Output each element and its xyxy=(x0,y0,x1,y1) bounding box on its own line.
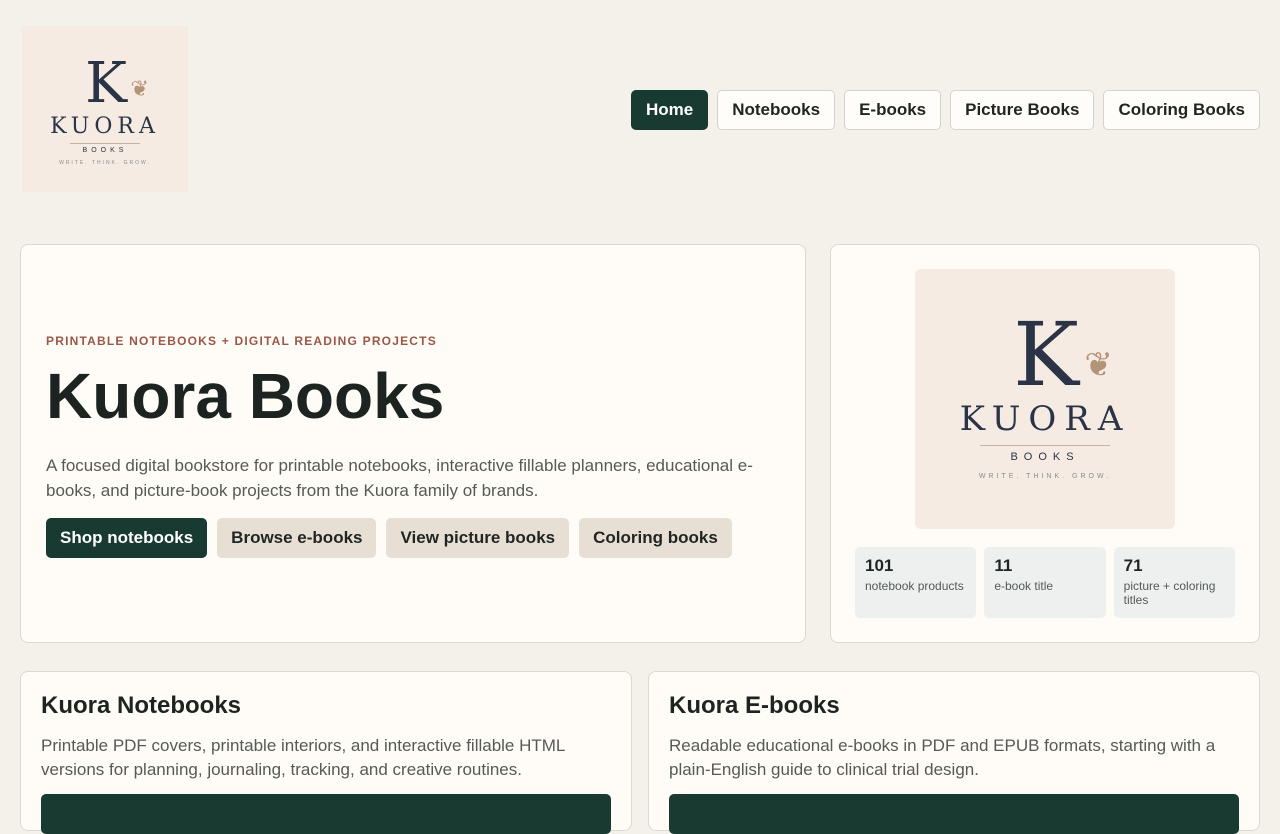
nav-picture-books[interactable]: Picture Books xyxy=(950,90,1095,130)
stat-number: 11 xyxy=(994,556,1013,575)
ebooks-brand-card: Kuora E-books Readable educational e-boo… xyxy=(648,671,1260,834)
stat-number: 71 xyxy=(1123,556,1143,575)
logo-monogram: K ❦ xyxy=(85,56,149,112)
brand-title: Kuora Notebooks xyxy=(41,692,242,719)
stat-number: 101 xyxy=(865,556,894,575)
header-logo[interactable]: K ❦ KUORA BOOKS WRITE. THINK. GROW. xyxy=(22,26,188,192)
main-nav: Home Notebooks E-books Picture Books Col… xyxy=(630,90,1260,130)
brand-title: Kuora E-books xyxy=(669,692,840,719)
logo-subtitle-large: BOOKS xyxy=(1010,451,1080,463)
logo-divider xyxy=(70,143,140,144)
hero-title: Kuora Books xyxy=(46,360,445,432)
stat-label: e-book title xyxy=(994,579,1054,593)
hero-description: A focused digital bookstore for printabl… xyxy=(46,456,753,500)
view-picture-books-button[interactable]: View picture books xyxy=(386,518,570,558)
nav-notebooks[interactable]: Notebooks xyxy=(717,90,836,130)
notebooks-brand-card: Kuora Notebooks Printable PDF covers, pr… xyxy=(20,671,632,834)
stat-label: picture + coloring titles xyxy=(1123,579,1216,607)
logo-monogram-large: K ❦ xyxy=(1013,311,1113,399)
stat-notebooks: 101 notebook products xyxy=(855,547,977,618)
nav-coloring-books[interactable]: Coloring Books xyxy=(1103,90,1260,130)
logo-subtitle: BOOKS xyxy=(82,147,128,154)
brand-logo-large: K ❦ KUORA BOOKS WRITE. THINK. GROW. xyxy=(915,269,1175,529)
coloring-books-button[interactable]: Coloring books xyxy=(579,518,732,558)
brand-description: Readable educational e-books in PDF and … xyxy=(669,736,1216,779)
leaf-icon: ❦ xyxy=(1084,345,1112,385)
ebooks-brand-button[interactable] xyxy=(669,794,1239,834)
hero-card: PRINTABLE NOTEBOOKS + DIGITAL READING PR… xyxy=(20,244,806,643)
nav-home[interactable]: Home xyxy=(630,90,709,130)
leaf-icon: ❦ xyxy=(130,77,148,102)
stat-ebooks: 11 e-book title xyxy=(984,547,1106,618)
logo-tagline-large: WRITE. THINK. GROW. xyxy=(978,473,1112,480)
browse-ebooks-button[interactable]: Browse e-books xyxy=(217,518,377,558)
notebooks-brand-button[interactable] xyxy=(41,794,611,834)
stats-row: 101 notebook products 11 e-book title 71… xyxy=(855,547,1235,618)
hero-actions: Shop notebooks Browse e-books View pictu… xyxy=(46,518,780,558)
logo-letter-large: K xyxy=(1013,303,1079,406)
brand-summary-card: K ❦ KUORA BOOKS WRITE. THINK. GROW. 101 … xyxy=(830,244,1260,643)
hero-eyebrow: PRINTABLE NOTEBOOKS + DIGITAL READING PR… xyxy=(46,334,437,348)
brand-description: Printable PDF covers, printable interior… xyxy=(41,736,565,779)
shop-notebooks-button[interactable]: Shop notebooks xyxy=(46,518,208,558)
logo-divider-large xyxy=(980,445,1110,446)
stat-label: notebook products xyxy=(865,579,964,593)
nav-ebooks[interactable]: E-books xyxy=(844,90,942,130)
stat-picture-coloring: 71 picture + coloring titles xyxy=(1113,547,1235,618)
logo-tagline: WRITE. THINK. GROW. xyxy=(59,160,151,166)
logo-wordmark: KUORA xyxy=(50,114,160,139)
logo-letter: K xyxy=(85,51,127,116)
